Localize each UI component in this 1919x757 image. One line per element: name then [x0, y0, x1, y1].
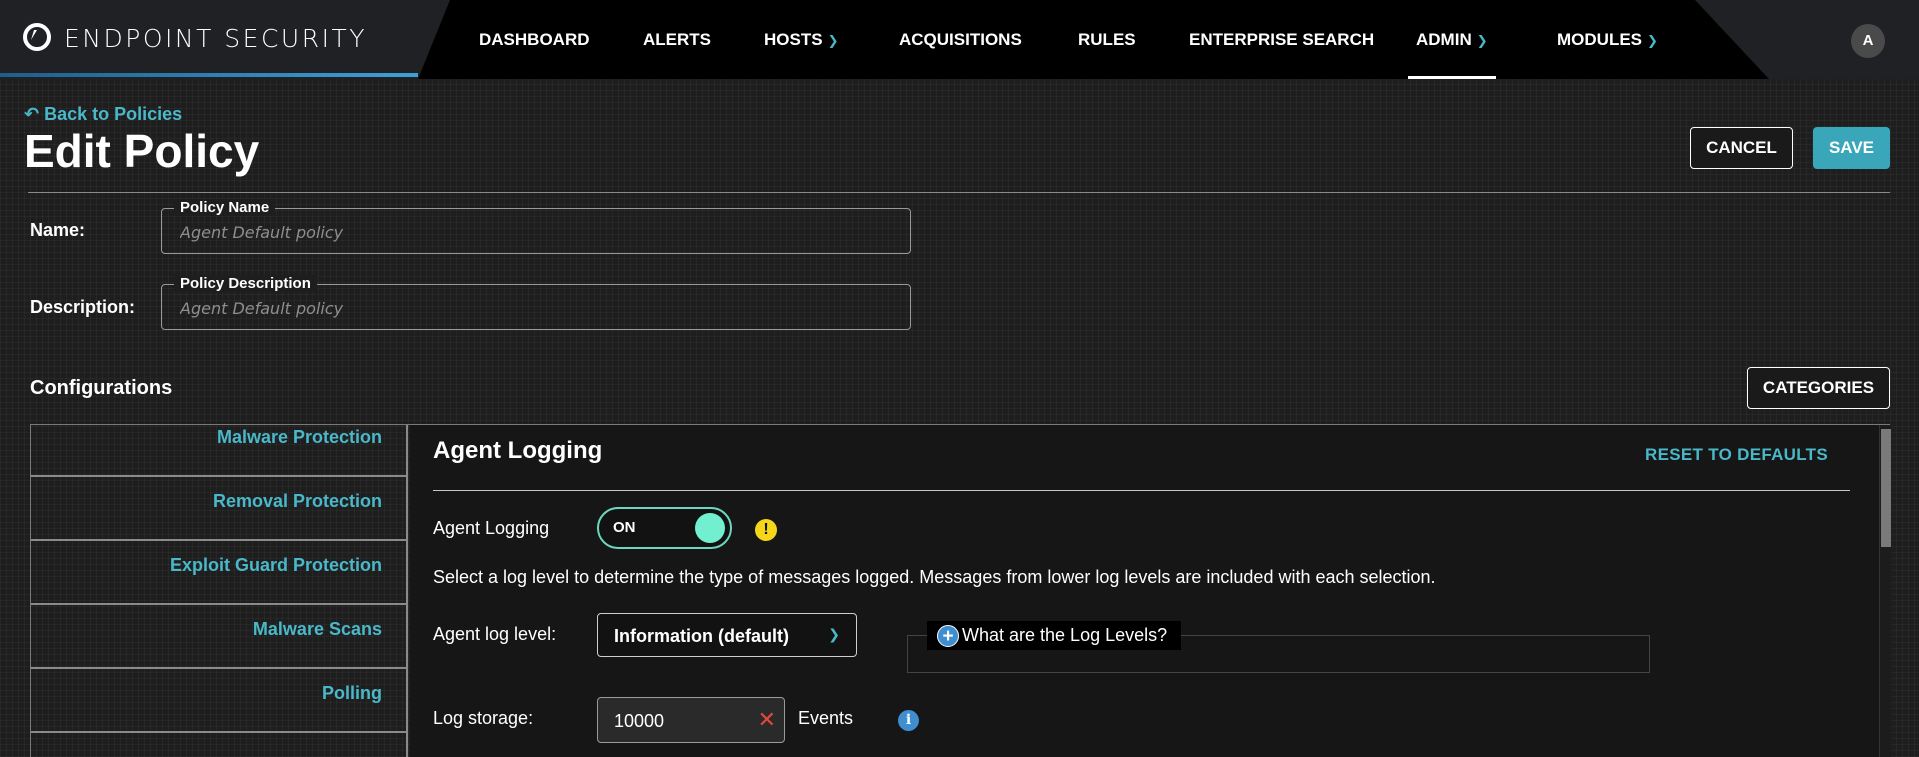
save-button[interactable]: SAVE — [1813, 127, 1890, 169]
nav-label: RULES — [1078, 30, 1136, 49]
page-title: Edit Policy — [24, 125, 260, 177]
nav-admin[interactable]: ADMIN ❯ — [1408, 0, 1496, 79]
sidebar-item-label: Malware Protection — [216, 427, 382, 447]
toggle-knob — [695, 513, 725, 543]
brand-accent-stripe — [0, 73, 418, 77]
nav-modules[interactable]: MODULES ❯ — [1557, 0, 1658, 79]
chevron-down-icon: ❯ — [1647, 33, 1658, 48]
back-to-policies-link[interactable]: ↶ Back to Policies — [24, 104, 182, 125]
nav-hosts[interactable]: HOSTS ❯ — [764, 0, 838, 79]
sidebar-item-label: Exploit Guard Protection — [169, 555, 382, 575]
chevron-down-icon: ❯ — [827, 33, 839, 48]
nav-label: DASHBOARD — [479, 30, 590, 49]
expander-label: What are the Log Levels? — [962, 625, 1168, 645]
name-label: Name: — [30, 220, 86, 240]
nav-dashboard[interactable]: DASHBOARD — [479, 0, 590, 79]
nav-label: ALERTS — [643, 30, 711, 49]
toggle-state: ON — [613, 519, 636, 536]
chevron-down-icon: ❯ — [1476, 33, 1488, 48]
sidebar-item-malware-scans[interactable]: Malware Scans — [31, 605, 408, 669]
reset-to-defaults-link[interactable]: RESET TO DEFAULTS — [1645, 445, 1828, 465]
configurations-title: Configurations — [30, 377, 173, 399]
scrollbar-thumb[interactable] — [1881, 429, 1891, 547]
plus-circle-icon: + — [937, 624, 959, 647]
nav-alerts[interactable]: ALERTS — [643, 0, 711, 79]
nav-label: ENTERPRISE SEARCH — [1189, 30, 1375, 49]
nav-rules[interactable]: RULES — [1078, 0, 1136, 79]
brand-title: ENDPOINT SECURITY — [64, 24, 367, 53]
nav-label: ACQUISITIONS — [899, 30, 1022, 49]
user-avatar[interactable]: A — [1851, 24, 1885, 58]
endpoint-logo-icon — [23, 23, 51, 51]
user-area — [1695, 0, 1919, 79]
log-levels-expander[interactable]: + What are the Log Levels? — [927, 621, 1182, 650]
nav-enterprise-search[interactable]: ENTERPRISE SEARCH — [1189, 0, 1374, 79]
sidebar-item-label: Polling — [322, 683, 382, 703]
panel-title: Agent Logging — [433, 437, 603, 464]
agent-logging-label: Agent Logging — [433, 518, 550, 538]
clear-x-icon[interactable]: ✕ — [758, 709, 776, 731]
sidebar-item-malware-protection[interactable]: Malware Protection — [31, 413, 408, 477]
nav-label: MODULES — [1557, 30, 1642, 49]
log-storage-unit: Events — [798, 708, 854, 728]
nav-acquisitions[interactable]: ACQUISITIONS — [899, 0, 1022, 79]
back-arrow-icon: ↶ — [24, 104, 40, 124]
log-storage-label: Log storage: — [433, 708, 534, 728]
sidebar-item-label: Removal Protection — [212, 491, 382, 511]
sidebar-item-exploit-guard-protection[interactable]: Exploit Guard Protection — [31, 541, 408, 605]
agent-log-level-label: Agent log level: — [433, 624, 557, 644]
agent-logging-panel: Agent Logging RESET TO DEFAULTS Agent Lo… — [410, 425, 1879, 757]
agent-log-level-select[interactable]: Information (default) ❯ — [597, 613, 857, 657]
policy-name-fieldset: Policy Name — [161, 199, 911, 254]
panel-scrollbar[interactable] — [1879, 425, 1891, 757]
select-value: Information (default) — [614, 626, 789, 646]
agent-logging-toggle[interactable]: ON — [597, 507, 732, 549]
configurations-frame: Malware Protection Removal Protection Ex… — [30, 424, 1891, 757]
log-level-help-text: Select a log level to determine the type… — [433, 567, 1436, 587]
top-navigation-bar: ENDPOINT SECURITY DASHBOARD ALERTS HOSTS… — [0, 0, 1919, 79]
nav-label: ADMIN — [1416, 30, 1472, 49]
log-storage-field: ✕ — [597, 697, 785, 743]
nav-label: HOSTS — [764, 30, 823, 49]
policy-name-input[interactable] — [180, 219, 880, 245]
back-link-label: Back to Policies — [44, 104, 183, 124]
cancel-button[interactable]: CANCEL — [1690, 127, 1793, 169]
chevron-down-icon: ❯ — [828, 626, 840, 642]
info-icon[interactable]: i — [898, 710, 919, 731]
configurations-sidebar: Malware Protection Removal Protection Ex… — [31, 425, 408, 757]
policy-description-input[interactable] — [180, 295, 880, 321]
description-label: Description: — [30, 297, 136, 317]
warning-icon: ! — [755, 519, 777, 541]
sidebar-item-removal-protection[interactable]: Removal Protection — [31, 477, 408, 541]
panel-divider — [433, 490, 1850, 491]
sidebar-item-label: Malware Scans — [252, 619, 382, 639]
sidebar-item-polling[interactable]: Polling — [31, 669, 408, 733]
policy-description-fieldset: Policy Description — [161, 275, 911, 330]
log-storage-input[interactable] — [614, 709, 744, 733]
categories-button[interactable]: CATEGORIES — [1747, 367, 1890, 409]
header-divider — [28, 192, 1890, 193]
policy-name-legend: Policy Name — [174, 199, 276, 216]
policy-description-legend: Policy Description — [174, 275, 317, 292]
